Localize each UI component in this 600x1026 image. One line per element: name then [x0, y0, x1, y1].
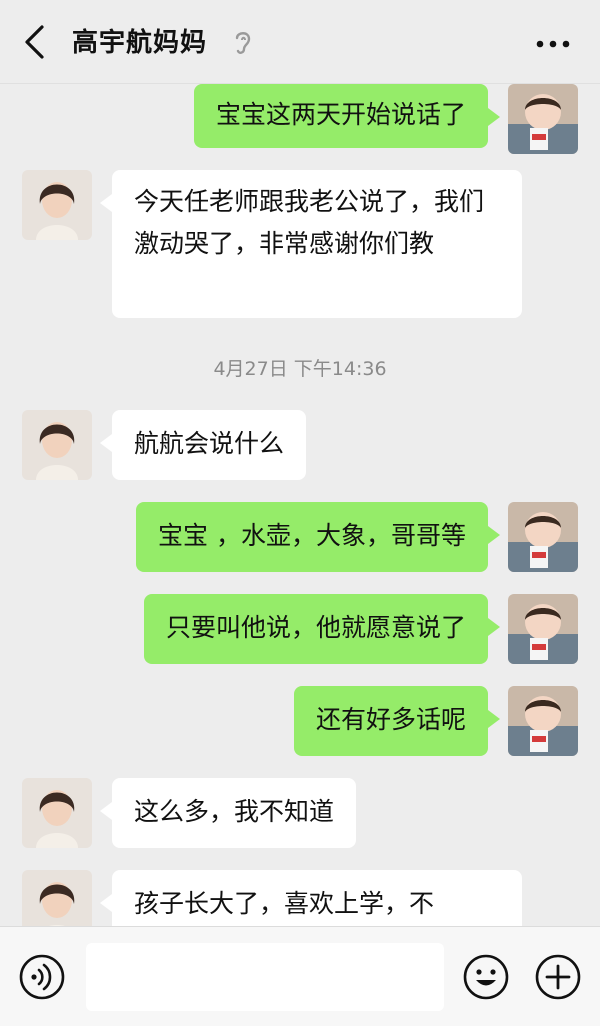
- my-avatar[interactable]: [508, 594, 578, 664]
- my-avatar[interactable]: [508, 502, 578, 572]
- chat-header: 高宇航妈妈: [0, 0, 600, 84]
- voice-icon[interactable]: [18, 953, 66, 1001]
- my-avatar[interactable]: [508, 686, 578, 756]
- chat-title: 高宇航妈妈: [72, 28, 208, 58]
- my-avatar[interactable]: [508, 84, 578, 154]
- contact-avatar[interactable]: [22, 170, 92, 240]
- ear-icon: [235, 32, 251, 54]
- input-toolbar: [0, 926, 600, 1026]
- incoming-message[interactable]: 今天任老师跟我老公说了，我们激动哭了，非常感谢你们教: [100, 170, 522, 318]
- message-timestamp: 4月27日 下午14:36: [213, 358, 387, 380]
- outgoing-message[interactable]: 宝宝 ，水壶，大象，哥哥等: [136, 502, 500, 572]
- contact-avatar[interactable]: [22, 870, 92, 926]
- contact-avatar[interactable]: [22, 778, 92, 848]
- chevron-left-icon[interactable]: [22, 24, 48, 60]
- emoji-icon[interactable]: [462, 953, 510, 1001]
- message-input[interactable]: [86, 943, 444, 1011]
- plus-circle-icon[interactable]: [534, 953, 582, 1001]
- outgoing-message[interactable]: 宝宝这两天开始说话了: [193, 84, 501, 148]
- contact-avatar[interactable]: [22, 410, 92, 480]
- outgoing-message[interactable]: 只要叫他说，他就愿意说了: [143, 594, 501, 664]
- more-dots-icon[interactable]: [536, 40, 570, 48]
- incoming-message[interactable]: 孩子长大了，喜欢上学，不: [100, 870, 522, 926]
- outgoing-message[interactable]: 还有好多话呢: [293, 686, 501, 756]
- incoming-message[interactable]: 这么多，我不知道: [99, 778, 357, 848]
- message-list: 宝宝这两天开始说话了 今天任老师跟我老公说了，我们激动哭了，非常感谢你们教 4月…: [0, 84, 600, 926]
- incoming-message[interactable]: 航航会说什么: [99, 410, 307, 480]
